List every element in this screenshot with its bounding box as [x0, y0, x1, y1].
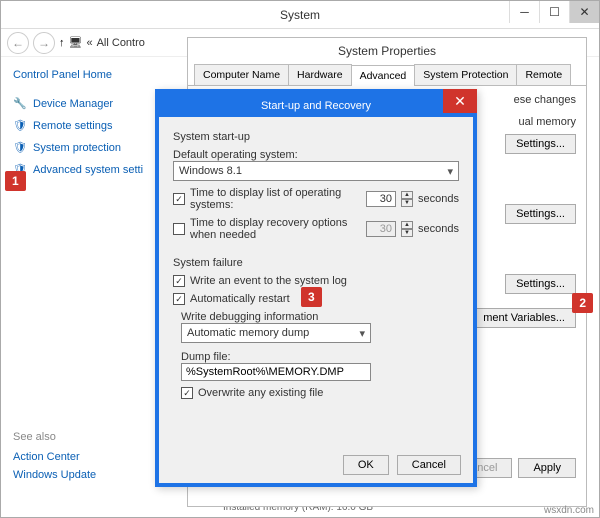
window-title: System — [280, 8, 320, 22]
tab-hardware[interactable]: Hardware — [288, 64, 352, 85]
see-also-windows-update[interactable]: Windows Update — [13, 469, 96, 481]
dialog-close-button[interactable]: ✕ — [443, 89, 477, 113]
see-also: See also Action Center Windows Update — [13, 431, 96, 487]
default-os-combo[interactable]: Windows 8.1 — [173, 161, 459, 181]
dump-file-input[interactable] — [181, 363, 371, 381]
dump-file-label: Dump file: — [181, 351, 459, 363]
dialog-title: Start-up and Recovery ✕ — [159, 93, 473, 117]
tab-advanced[interactable]: Advanced — [351, 65, 416, 86]
sidebar-item-system-protection[interactable]: 🛡 System protection — [13, 141, 169, 155]
see-also-header: See also — [13, 431, 96, 443]
write-event-label: Write an event to the system log — [190, 275, 347, 287]
time-recovery-spinner: ▲▼ — [401, 221, 413, 237]
sidebar-item-device-manager[interactable]: 🔧 Device Manager — [13, 97, 169, 111]
tab-system-protection[interactable]: System Protection — [414, 64, 517, 85]
back-button[interactable]: ← — [7, 32, 29, 54]
auto-restart-checkbox[interactable]: ✓ — [173, 293, 185, 305]
remote-settings-icon: 🛡 — [13, 119, 27, 133]
minimize-button[interactable]: ─ — [509, 1, 539, 23]
seconds-label: seconds — [418, 193, 459, 205]
write-debug-label: Write debugging information — [181, 311, 459, 323]
sidebar-item-label: Advanced system setti — [33, 164, 143, 176]
breadcrumb-text: All Contro — [97, 37, 145, 49]
time-list-row: ✓ Time to display list of operating syst… — [173, 187, 459, 211]
default-os-value: Windows 8.1 — [179, 165, 242, 177]
time-recovery-label: Time to display recovery options when ne… — [190, 217, 361, 241]
see-also-action-center[interactable]: Action Center — [13, 451, 96, 463]
dialog-body: System start-up Default operating system… — [159, 117, 473, 415]
breadcrumb[interactable]: 🖥 « All Contro — [69, 36, 145, 49]
tabs: Computer Name Hardware Advanced System P… — [188, 64, 586, 86]
callout-badge-2: 2 — [572, 293, 593, 313]
tab-remote[interactable]: Remote — [516, 64, 571, 85]
callout-badge-1: 1 — [5, 171, 26, 191]
close-button[interactable]: ✕ — [569, 1, 599, 23]
system-failure-label: System failure — [173, 257, 459, 269]
time-list-value[interactable]: 30 — [366, 191, 396, 207]
sidebar-item-label: Device Manager — [33, 98, 113, 110]
dialog-ok-button[interactable]: OK — [343, 455, 389, 475]
debug-value: Automatic memory dump — [187, 327, 309, 339]
device-manager-icon: 🔧 — [13, 97, 27, 111]
watermark: wsxdn.com — [544, 505, 594, 516]
time-list-checkbox[interactable]: ✓ — [173, 193, 185, 205]
sidebar-item-label: System protection — [33, 142, 121, 154]
up-arrow-icon[interactable]: ↑ — [59, 37, 65, 49]
sidebar-item-label: Remote settings — [33, 120, 112, 132]
time-recovery-row: Time to display recovery options when ne… — [173, 217, 459, 241]
system-startup-label: System start-up — [173, 131, 459, 143]
system-properties-title: System Properties — [188, 38, 586, 64]
dialog-cancel-button[interactable]: Cancel — [397, 455, 461, 475]
apply-button[interactable]: Apply — [518, 458, 576, 478]
debug-combo[interactable]: Automatic memory dump — [181, 323, 371, 343]
dialog-title-text: Start-up and Recovery — [261, 100, 371, 112]
sidebar-item-remote-settings[interactable]: 🛡 Remote settings — [13, 119, 169, 133]
system-window: System ─ ☐ ✕ ← → ↑ 🖥 « All Contro Contro… — [0, 0, 600, 518]
dialog-footer: OK Cancel — [343, 455, 461, 475]
overwrite-row: ✓ Overwrite any existing file — [181, 387, 459, 399]
default-os-label: Default operating system: — [173, 149, 459, 161]
user-profiles-settings-button[interactable]: Settings... — [505, 204, 576, 224]
system-protection-icon: 🛡 — [13, 141, 27, 155]
time-recovery-value: 30 — [366, 221, 396, 237]
control-panel-home[interactable]: Control Panel Home — [13, 69, 169, 81]
overwrite-label: Overwrite any existing file — [198, 387, 323, 399]
sidebar: Control Panel Home 🔧 Device Manager 🛡 Re… — [1, 59, 181, 195]
performance-settings-button[interactable]: Settings... — [505, 134, 576, 154]
time-list-spinner[interactable]: ▲▼ — [401, 191, 413, 207]
write-event-checkbox[interactable]: ✓ — [173, 275, 185, 287]
system-failure-group: System failure ✓ Write an event to the s… — [173, 257, 459, 399]
maximize-button[interactable]: ☐ — [539, 1, 569, 23]
environment-variables-button[interactable]: ment Variables... — [472, 308, 576, 328]
window-buttons: ─ ☐ ✕ — [509, 1, 599, 23]
callout-badge-3: 3 — [301, 287, 322, 307]
auto-restart-label: Automatically restart — [190, 293, 290, 305]
debug-section: Write debugging information Automatic me… — [181, 311, 459, 399]
sidebar-item-advanced-settings[interactable]: 🛡 Advanced system setti — [13, 163, 169, 177]
seconds-label2: seconds — [418, 223, 459, 235]
startup-settings-button[interactable]: Settings... — [505, 274, 576, 294]
tab-computer-name[interactable]: Computer Name — [194, 64, 289, 85]
forward-button[interactable]: → — [33, 32, 55, 54]
bc-sep: « — [86, 37, 92, 49]
time-list-label: Time to display list of operating system… — [190, 187, 361, 211]
write-event-row: ✓ Write an event to the system log — [173, 275, 459, 287]
computer-icon: 🖥 — [69, 36, 83, 49]
overwrite-checkbox[interactable]: ✓ — [181, 387, 193, 399]
time-recovery-checkbox[interactable] — [173, 223, 185, 235]
titlebar: System ─ ☐ ✕ — [1, 1, 599, 29]
